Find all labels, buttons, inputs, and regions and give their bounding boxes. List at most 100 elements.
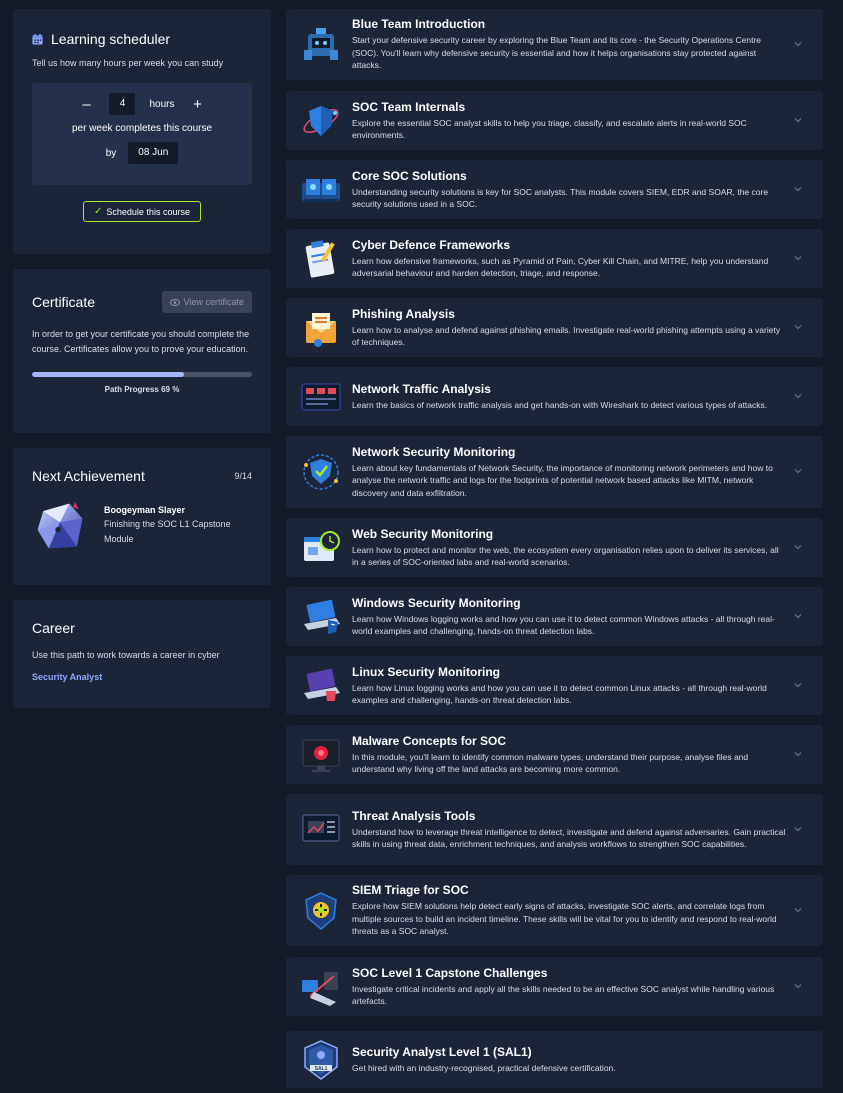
module-text: Threat Analysis Tools Understand how to l…	[352, 809, 787, 851]
envelope-icon	[306, 312, 336, 347]
completion-date-field[interactable]: 08 Jun	[128, 142, 179, 164]
module-description: Explore the essential SOC analyst skills…	[352, 117, 747, 141]
module-card[interactable]: Linux Security Monitoring Learn how Linux…	[286, 656, 823, 715]
module-text: Network Traffic Analysis Learn the basics…	[352, 382, 787, 412]
schedule-course-button[interactable]: ✓ Schedule this course	[83, 201, 201, 222]
module-card[interactable]: Cyber Defence Frameworks Learn how defens…	[286, 229, 823, 288]
chevron-down-icon[interactable]	[793, 749, 803, 759]
certificate-panel: Certificate View certificate In order to…	[13, 269, 271, 433]
chevron-down-icon[interactable]	[793, 611, 803, 621]
module-text: Blue Team Introduction Start your defensi…	[352, 17, 787, 72]
module-text: Core SOC Solutions Understanding security…	[352, 169, 787, 211]
network-shield-icon	[303, 454, 339, 490]
module-card[interactable]: SOC Level 1 Capstone Challenges Investiga…	[286, 957, 823, 1016]
module-title: SOC Team Internals	[352, 99, 466, 114]
completion-date-row: by 08 Jun	[32, 142, 252, 164]
module-title: Core SOC Solutions	[352, 168, 467, 183]
clipboard-icon	[305, 239, 335, 278]
module-description: Get hired with an industry-recognised, p…	[352, 1062, 616, 1073]
module-description: In this module, you'll learn to identify…	[352, 751, 749, 775]
module-description: Explore how SIEM solutions help detect e…	[352, 901, 777, 937]
chevron-down-icon[interactable]	[793, 322, 803, 332]
module-text: SIEM Triage for SOC Explore how SIEM solu…	[352, 883, 787, 938]
module-card[interactable]: Threat Analysis Tools Understand how to l…	[286, 794, 823, 865]
certificate-description: In order to get your certificate you sho…	[32, 329, 250, 354]
module-title: Cyber Defence Frameworks	[352, 237, 511, 252]
module-text: Phishing Analysis Learn how to analyse an…	[352, 307, 787, 349]
hours-unit-label: hours	[149, 98, 175, 110]
module-description: Learn about key fundamentals of Network …	[352, 462, 773, 498]
chevron-down-icon[interactable]	[793, 824, 803, 834]
web-clock-icon	[304, 530, 340, 561]
next-achievement-panel: Next Achievement 9/14 Boogeyman Slayer F…	[13, 448, 271, 585]
module-card[interactable]: Malware Concepts for SOC In this module, …	[286, 725, 823, 784]
svg-text:SAL1: SAL1	[315, 1066, 328, 1072]
chevron-down-icon[interactable]	[793, 680, 803, 690]
increment-hours-button[interactable]: +	[189, 96, 207, 113]
module-card[interactable]: Core SOC Solutions Understanding security…	[286, 160, 823, 219]
module-title: Threat Analysis Tools	[352, 808, 476, 823]
windows-laptop-icon	[304, 599, 340, 634]
module-card[interactable]: Network Traffic Analysis Learn the basics…	[286, 367, 823, 426]
schedule-course-label: Schedule this course	[106, 206, 190, 217]
security-analyst-link[interactable]: Security Analyst	[32, 672, 102, 682]
module-title: Blue Team Introduction	[352, 17, 486, 32]
module-card[interactable]: Network Security Monitoring Learn about k…	[286, 436, 823, 508]
siem-badge-icon	[305, 891, 337, 930]
chevron-down-icon[interactable]	[793, 184, 803, 194]
module-description: Investigate critical incidents and apply…	[352, 983, 775, 1007]
module-list: Blue Team Introduction Start your defensi…	[286, 9, 823, 1088]
module-text: SOC Level 1 Capstone Challenges Investiga…	[352, 966, 787, 1008]
module-card[interactable]: SOC Team Internals Explore the essential …	[286, 91, 823, 150]
by-label: by	[105, 147, 117, 159]
module-title: Web Security Monitoring	[352, 526, 494, 541]
per-week-label: per week completes this course	[71, 123, 213, 134]
module-card[interactable]: Phishing Analysis Learn how to analyse an…	[286, 298, 823, 357]
module-title: Windows Security Monitoring	[352, 595, 521, 610]
career-panel: Career Use this path to work towards a c…	[13, 600, 271, 708]
module-card[interactable]: Web Security Monitoring Learn how to prot…	[286, 518, 823, 577]
hours-stepper: – 4 hours +	[32, 93, 252, 115]
calendar-icon	[32, 33, 43, 45]
chevron-down-icon[interactable]	[793, 466, 803, 476]
module-card[interactable]: Blue Team Introduction Start your defensi…	[286, 9, 823, 80]
module-card[interactable]: Windows Security Monitoring Learn how Win…	[286, 587, 823, 646]
view-certificate-label: View certificate	[183, 297, 244, 307]
chevron-down-icon[interactable]	[793, 542, 803, 552]
servers-icon	[302, 178, 340, 202]
module-text: Malware Concepts for SOC In this module, …	[352, 734, 787, 776]
blue-team-icon	[304, 27, 338, 60]
module-description: Learn the basics of network traffic anal…	[352, 399, 768, 410]
decrement-hours-button[interactable]: –	[77, 96, 95, 113]
module-title: SIEM Triage for SOC	[352, 883, 469, 898]
module-text: Network Security Monitoring Learn about k…	[352, 445, 787, 500]
scheduler-box: – 4 hours + per week completes this cour…	[32, 83, 252, 185]
module-title: Network Security Monitoring	[352, 444, 516, 459]
module-title: Security Analyst Level 1 (SAL1)	[352, 1044, 532, 1059]
module-description: Learn how Linux logging works and how yo…	[352, 682, 767, 706]
chevron-down-icon[interactable]	[793, 391, 803, 401]
module-card[interactable]: SIEM Triage for SOC Explore how SIEM solu…	[286, 875, 823, 946]
hours-input[interactable]: 4	[109, 93, 136, 115]
chevron-down-icon[interactable]	[793, 905, 803, 915]
chevron-down-icon[interactable]	[793, 115, 803, 125]
module-card[interactable]: SAL1 Security Analyst Level 1 (SAL1) Get h…	[286, 1031, 823, 1088]
chevron-down-icon[interactable]	[793, 981, 803, 991]
module-title: Network Traffic Analysis	[352, 381, 491, 396]
path-progress-bar	[32, 372, 252, 377]
capstone-icon	[302, 971, 338, 1006]
module-description: Learn how Windows logging works and how …	[352, 613, 775, 637]
network-monitor-icon	[301, 383, 341, 410]
module-description: Learn how defensive frameworks, such as …	[352, 255, 769, 279]
module-description: Learn how to protect and monitor the web…	[352, 544, 779, 568]
malware-monitor-icon	[302, 739, 340, 772]
chevron-down-icon[interactable]	[793, 39, 803, 49]
view-certificate-button[interactable]: View certificate	[161, 291, 252, 313]
module-title: SOC Level 1 Capstone Challenges	[352, 965, 548, 980]
linux-laptop-icon	[304, 668, 340, 701]
chevron-down-icon[interactable]	[793, 253, 803, 263]
module-text: SOC Team Internals Explore the essential …	[352, 100, 787, 142]
path-progress-fill	[32, 372, 184, 377]
scheduler-title: Learning scheduler	[51, 31, 171, 47]
sal1-badge-icon: SAL1	[304, 1039, 338, 1080]
